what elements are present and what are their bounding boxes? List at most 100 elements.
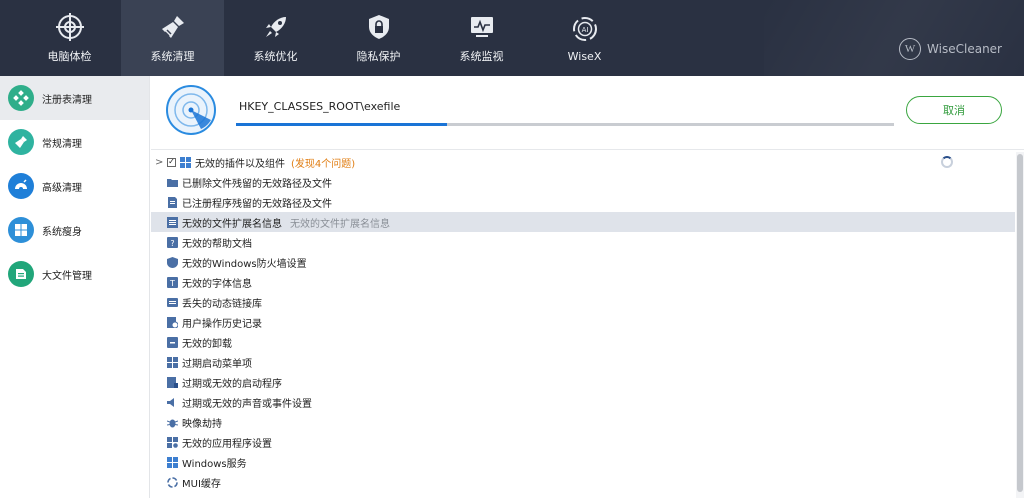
sidebar-item-common-clean[interactable]: 常规清理	[0, 120, 149, 164]
shield-lock-icon	[364, 12, 394, 42]
list-item[interactable]: 无效的Windows防火墙设置	[151, 252, 1015, 272]
main-panel: HKEY_CLASSES_ROOT\exefile 取消 > ✓ 无效的插件以及…	[151, 76, 1024, 498]
sidebar-item-advanced-clean[interactable]: 高级清理	[0, 164, 149, 208]
brand-name: WiseCleaner	[927, 42, 1002, 56]
top-navigation-bar: 电脑体检 系统清理 系统优化 隐私保护 系统监视 AI WiseX W Wise…	[0, 0, 1024, 76]
radar-scan-icon	[166, 85, 216, 135]
start-menu-icon	[167, 356, 178, 368]
scan-path: HKEY_CLASSES_ROOT\exefile	[239, 100, 401, 113]
sidebar-item-label: 注册表清理	[42, 94, 92, 106]
list-item-description: 无效的文件扩展名信息	[290, 218, 390, 230]
svg-text:?: ?	[170, 239, 174, 248]
advanced-clean-icon	[8, 173, 34, 199]
list-item[interactable]: ? 无效的帮助文档	[151, 232, 1015, 252]
firewall-icon	[167, 256, 178, 268]
list-item-label: 已删除文件残留的无效路径及文件	[182, 178, 332, 190]
extension-icon	[167, 216, 178, 228]
sidebar: 注册表清理 常规清理 高级清理 系统瘦身 大文件管理	[0, 76, 150, 498]
svg-text:AI: AI	[581, 26, 588, 34]
sidebar-item-label: 高级清理	[42, 182, 82, 194]
list-item-label: 已注册程序残留的无效路径及文件	[182, 198, 332, 210]
mui-cache-icon	[167, 476, 178, 488]
list-item-selected[interactable]: 无效的文件扩展名信息 无效的文件扩展名信息	[151, 212, 1015, 232]
scan-progress-fill	[236, 123, 447, 126]
list-item-label: 无效的插件以及组件	[195, 158, 285, 170]
app-settings-icon	[167, 436, 178, 448]
scan-header: HKEY_CLASSES_ROOT\exefile 取消	[151, 76, 1024, 150]
list-item-label: 无效的应用程序设置	[182, 438, 272, 450]
list-item[interactable]: 丢失的动态链接库	[151, 292, 1015, 312]
list-item[interactable]: T 无效的字体信息	[151, 272, 1015, 292]
folder-icon	[167, 177, 178, 188]
nav-item-system-clean[interactable]: 系统清理	[121, 0, 224, 76]
target-icon	[55, 12, 85, 42]
main-nav: 电脑体检 系统清理 系统优化 隐私保护 系统监视 AI WiseX	[18, 0, 636, 76]
nav-item-label: 电脑体检	[47, 50, 92, 63]
list-item[interactable]: 用户操作历史记录	[151, 312, 1015, 332]
list-item[interactable]: 已删除文件残留的无效路径及文件	[151, 172, 1015, 192]
list-item[interactable]: 无效的卸载	[151, 332, 1015, 352]
list-item-label: 用户操作历史记录	[182, 318, 262, 330]
rocket-icon	[261, 12, 291, 42]
scan-progress-bar	[236, 123, 894, 126]
chevron-right-icon[interactable]: >	[155, 157, 165, 168]
dll-icon	[167, 297, 178, 308]
sound-icon	[167, 397, 178, 408]
nav-item-checkup[interactable]: 电脑体检	[18, 0, 121, 76]
list-item[interactable]: Windows服务	[151, 452, 1015, 472]
list-item-label: 无效的字体信息	[182, 278, 252, 290]
registry-icon	[8, 85, 34, 111]
list-item-label: 无效的文件扩展名信息	[182, 218, 282, 230]
checkbox[interactable]: ✓	[167, 157, 176, 167]
nav-item-label: WiseX	[567, 49, 602, 63]
list-item[interactable]: 映像劫持	[151, 412, 1015, 432]
list-item[interactable]: MUI缓存	[151, 472, 1015, 492]
nav-item-label: 系统优化	[253, 50, 298, 63]
list-scrollbar[interactable]	[1016, 152, 1024, 498]
list-item-label: 无效的帮助文档	[182, 238, 252, 250]
nav-item-label: 系统清理	[150, 50, 195, 63]
list-item-label: 过期或无效的启动程序	[182, 378, 282, 390]
list-item-label: 映像劫持	[182, 418, 222, 430]
svg-text:T: T	[169, 279, 175, 288]
list-item-label: MUI缓存	[182, 478, 221, 490]
wisecleaner-logo-icon: W	[899, 38, 922, 60]
scrollbar-thumb[interactable]	[1017, 154, 1023, 492]
nav-item-wisex[interactable]: AI WiseX	[533, 0, 636, 76]
nav-item-privacy[interactable]: 隐私保护	[327, 0, 430, 76]
list-item-label: 无效的Windows防火墙设置	[182, 258, 307, 270]
list-item[interactable]: 过期启动菜单项	[151, 352, 1015, 372]
windows-icon	[8, 217, 34, 243]
sidebar-item-registry-clean[interactable]: 注册表清理	[0, 76, 149, 120]
ai-icon: AI	[570, 14, 600, 44]
document-icon	[167, 196, 178, 208]
found-count: (发现4个问题)	[291, 158, 356, 170]
list-item-label: 丢失的动态链接库	[182, 298, 262, 310]
list-item[interactable]: 已注册程序残留的无效路径及文件	[151, 192, 1015, 212]
brand-logo[interactable]: W WiseCleaner	[899, 38, 1002, 60]
list-item[interactable]: 无效的应用程序设置	[151, 432, 1015, 452]
nav-item-label: 系统监视	[459, 50, 504, 63]
cancel-button[interactable]: 取消	[906, 96, 1002, 124]
sidebar-item-label: 常规清理	[42, 138, 82, 150]
sidebar-item-large-files[interactable]: 大文件管理	[0, 252, 149, 296]
bug-icon	[167, 417, 178, 428]
sidebar-item-system-slim[interactable]: 系统瘦身	[0, 208, 149, 252]
plugin-grid-icon	[180, 156, 191, 168]
list-item-label: 过期启动菜单项	[182, 358, 252, 370]
startup-icon	[167, 376, 178, 388]
sidebar-item-label: 系统瘦身	[42, 226, 82, 238]
broom-icon	[8, 129, 34, 155]
monitor-icon	[467, 12, 497, 42]
font-icon: T	[167, 276, 178, 288]
broom-icon	[158, 12, 188, 42]
sidebar-item-label: 大文件管理	[42, 270, 92, 282]
scan-results-list: > ✓ 无效的插件以及组件 (发现4个问题) 已删除文件残留的无效路径及文件 已…	[151, 152, 1015, 498]
list-item[interactable]: 过期或无效的启动程序	[151, 372, 1015, 392]
list-item[interactable]: 过期或无效的声音或事件设置	[151, 392, 1015, 412]
history-icon	[167, 316, 178, 328]
nav-item-monitor[interactable]: 系统监视	[430, 0, 533, 76]
list-item-plugins[interactable]: > ✓ 无效的插件以及组件 (发现4个问题)	[151, 152, 1015, 172]
list-item-label: 过期或无效的声音或事件设置	[182, 398, 312, 410]
nav-item-system-optimize[interactable]: 系统优化	[224, 0, 327, 76]
